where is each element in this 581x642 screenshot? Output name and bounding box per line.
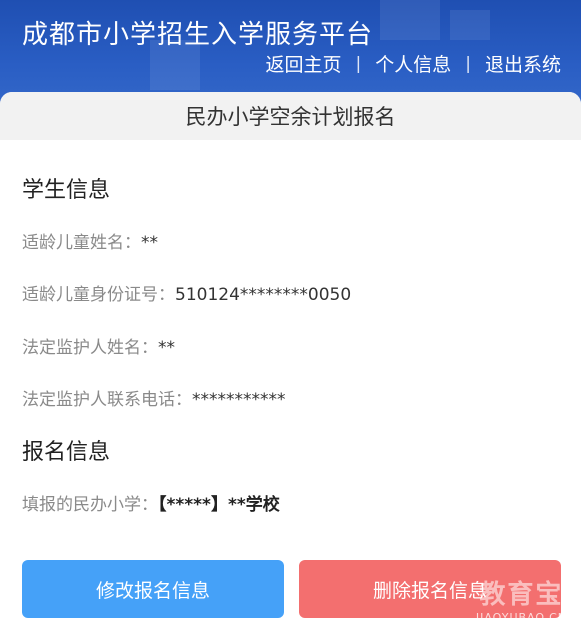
nav-separator: |: [355, 53, 362, 74]
guardian-name-field: 法定监护人姓名：**: [22, 333, 175, 358]
header-decoration: [380, 0, 440, 40]
nav-separator: |: [465, 53, 471, 74]
nav-home-link[interactable]: 返回主页: [265, 50, 341, 77]
child-name-field: 适龄儿童姓名：**: [22, 228, 158, 253]
field-value: **: [158, 338, 175, 358]
field-label: 法定监护人姓名：: [22, 338, 158, 358]
page-heading: 民办小学空余计划报名: [0, 92, 581, 140]
field-label: 适龄儿童身份证号：: [22, 285, 175, 305]
child-id-field: 适龄儿童身份证号：510124********0050: [22, 280, 351, 305]
school-field: 填报的民办小学：【*****】**学校: [22, 490, 280, 515]
main-card: 民办小学空余计划报名 学生信息 适龄儿童姓名：** 适龄儿童身份证号：51012…: [0, 92, 581, 642]
guardian-phone-field: 法定监护人联系电话：***********: [22, 385, 286, 410]
header-decoration: [450, 10, 490, 40]
nav-logout-link[interactable]: 退出系统: [485, 50, 561, 77]
field-value: **: [141, 233, 158, 253]
nav-profile-link[interactable]: 个人信息: [375, 50, 451, 77]
edit-signup-button[interactable]: 修改报名信息: [22, 560, 284, 618]
site-title: 成都市小学招生入学服务平台: [22, 20, 374, 50]
student-section-title: 学生信息: [22, 178, 111, 203]
field-label: 法定监护人联系电话：: [22, 390, 192, 410]
delete-signup-button[interactable]: 删除报名信息: [299, 560, 561, 618]
signup-section-title: 报名信息: [22, 440, 111, 465]
field-value: ***********: [192, 390, 286, 410]
top-nav: 返回主页 | 个人信息 | 退出系统: [265, 50, 561, 77]
field-label: 适龄儿童姓名：: [22, 233, 141, 253]
field-value: 【*****】**学校: [158, 495, 280, 515]
field-value: 510124********0050: [175, 285, 352, 305]
field-label: 填报的民办小学：: [22, 495, 158, 515]
